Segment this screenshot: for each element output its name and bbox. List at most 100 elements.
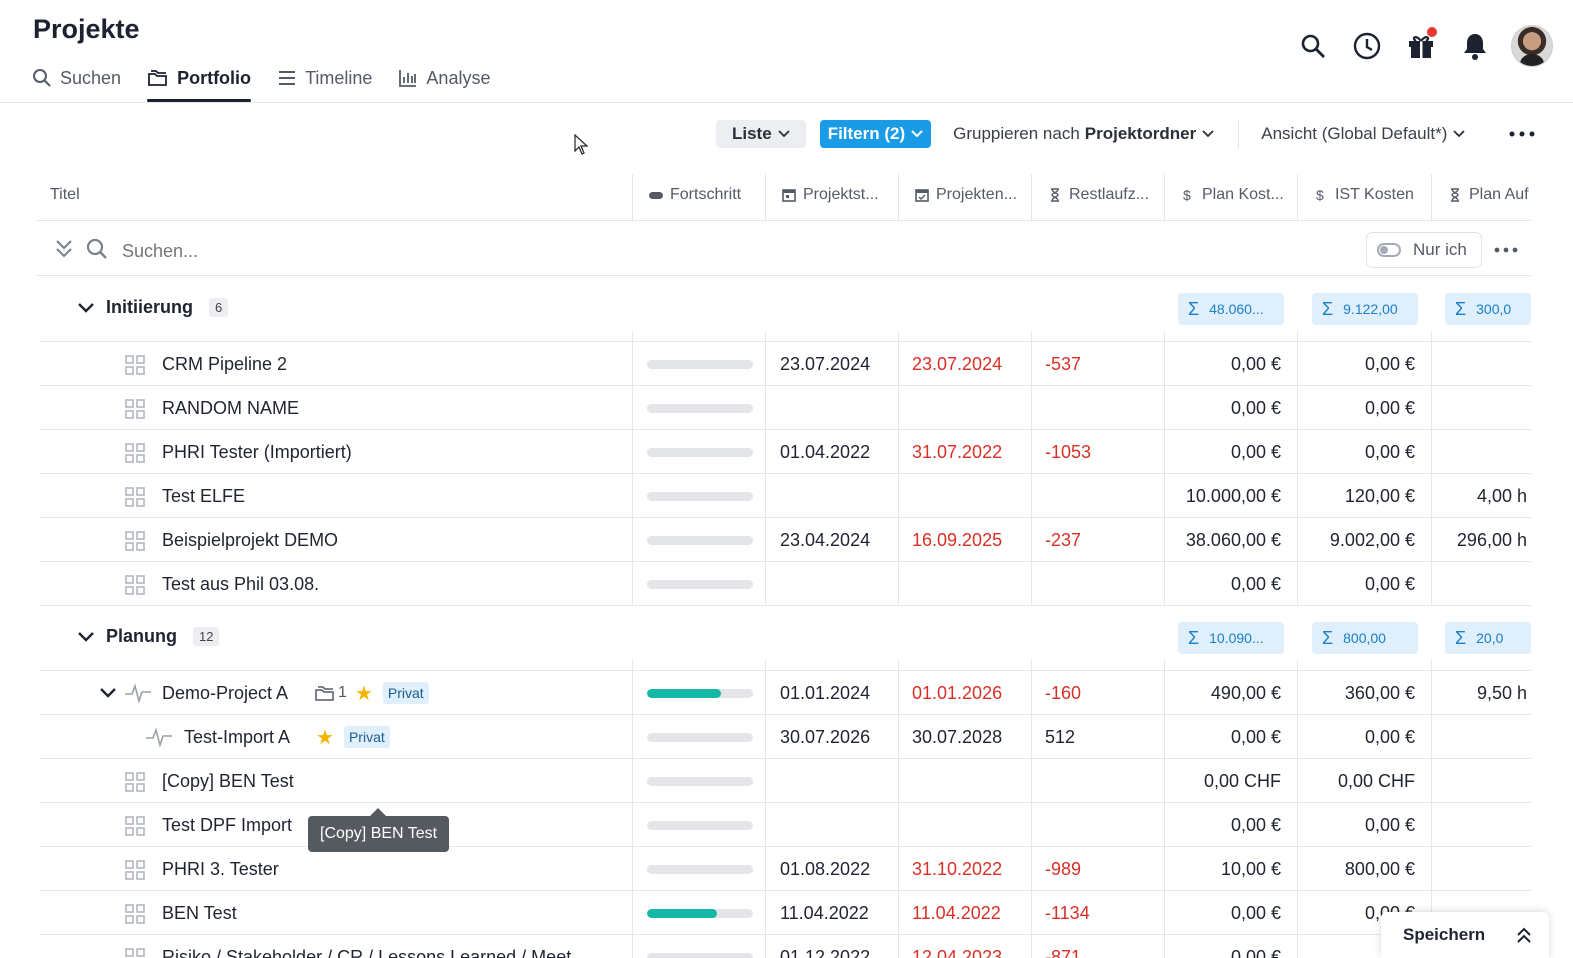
column-header-2[interactable]: Projektst... [781, 170, 879, 220]
table-row[interactable]: Test ELFE 10.000,00 € 120,00 € 4,00 h [40, 474, 1531, 518]
column-header-4[interactable]: Restlaufz... [1047, 170, 1149, 220]
drag-handle-icon[interactable] [125, 355, 145, 375]
plan-effort: 296,00 h [1456, 529, 1527, 550]
sum-pill: Σ 20,0 [1445, 622, 1531, 654]
tab-label: Analyse [426, 67, 491, 88]
progress-bar [647, 492, 753, 501]
drag-handle-icon[interactable] [125, 948, 145, 958]
project-title: PHRI Tester (Importiert) [162, 430, 352, 474]
search-button[interactable] [1291, 24, 1335, 68]
tab-timeline[interactable]: Timeline [277, 60, 372, 96]
drag-handle-icon[interactable] [125, 772, 145, 792]
notification-dot [1427, 27, 1437, 37]
project-title-text[interactable]: [Copy] BEN Test [162, 771, 294, 792]
project-title-text[interactable]: Test DPF Import [162, 815, 292, 836]
end-date: 30.07.2028 [912, 726, 1003, 747]
project-title-text[interactable]: Risiko / Stakeholder / CR / Lessons Lear… [162, 947, 571, 958]
tab-analyse[interactable]: Analyse [398, 60, 490, 96]
column-header-6[interactable]: $ IST Kosten [1313, 170, 1414, 220]
project-title: Test ELFE [162, 474, 245, 518]
sigma-icon: Σ [1322, 627, 1334, 648]
actual-costs: 0,00 € [1364, 726, 1415, 747]
table-row[interactable]: Demo-Project A 1 ★ Privat 01.01.2024 01.01.20… [40, 671, 1531, 715]
project-title-text[interactable]: Test-Import A [184, 727, 290, 748]
column-header-label: Projektst... [803, 186, 879, 203]
table-search-input[interactable] [122, 238, 522, 264]
column-header-3[interactable]: Projekten... [914, 170, 1017, 220]
filter-button[interactable]: Filtern (2) [819, 120, 932, 148]
toolbar-divider [1238, 120, 1240, 148]
table-row[interactable]: Test DPF Import 0,00 € 0,00 € [40, 803, 1531, 847]
plan-costs: 0,00 € [1230, 441, 1281, 462]
subfolder-count[interactable]: 1 [314, 684, 347, 702]
project-title-text[interactable]: PHRI Tester (Importiert) [162, 442, 352, 463]
toggle-switch[interactable] [1377, 243, 1401, 257]
project-title-text[interactable]: Beispielprojekt DEMO [162, 530, 338, 551]
sigma-icon: Σ [1188, 298, 1200, 319]
star-icon[interactable]: ★ [355, 681, 373, 706]
column-divider [1297, 174, 1298, 220]
column-header-7[interactable]: Plan Auf [1447, 170, 1529, 220]
plan-effort [1432, 386, 1527, 430]
history-button[interactable] [1345, 24, 1389, 68]
drag-handle-icon[interactable] [125, 575, 145, 595]
table-row[interactable]: RANDOM NAME 0,00 € 0,00 € [40, 386, 1531, 430]
project-title-text[interactable]: PHRI 3. Tester [162, 859, 279, 880]
project-title-text[interactable]: CRM Pipeline 2 [162, 354, 287, 375]
table-row[interactable]: PHRI Tester (Importiert) 01.04.2022 31.07.… [40, 430, 1531, 474]
table-row[interactable]: PHRI 3. Tester 01.08.2022 31.10.2022 -989 10… [40, 847, 1531, 891]
table-row[interactable]: [Copy] BEN Test 0,00 CHF 0,00 CHF [40, 759, 1531, 803]
view-dropdown[interactable]: Ansicht (Global Default*) [1261, 124, 1466, 144]
group-header-0[interactable]: Initiierung 6 [78, 297, 229, 318]
collapse-all-icon[interactable] [54, 238, 74, 260]
group-by-dropdown[interactable]: Gruppieren nach Projektordner [953, 124, 1214, 144]
star-icon[interactable]: ★ [316, 725, 334, 750]
drag-handle-icon[interactable] [125, 443, 145, 463]
sum-value: 48.060... [1209, 301, 1264, 317]
column-header-0[interactable]: Titel [50, 170, 80, 220]
table-row[interactable]: Test-Import A ★ Privat 30.07.2026 30.07.2028… [40, 715, 1531, 759]
table-row[interactable]: Risiko / Stakeholder / CR / Lessons Lear… [40, 935, 1531, 958]
table-row[interactable]: Test aus Phil 03.08. 0,00 € 0,00 € [40, 562, 1531, 606]
chevron-down-icon[interactable] [100, 688, 116, 698]
actual-costs: 800,00 € [1344, 858, 1415, 879]
tab-suchen[interactable]: Suchen [32, 60, 121, 96]
table-more-button[interactable] [1494, 240, 1518, 258]
group-by-value: Projektordner [1084, 124, 1197, 143]
project-title-text[interactable]: Demo-Project A [162, 683, 288, 704]
table-row[interactable]: CRM Pipeline 2 23.07.2024 23.07.2024 -537 0,… [40, 342, 1531, 386]
only-me-toggle[interactable]: Nur ich [1366, 232, 1482, 268]
save-button[interactable]: Speichern [1381, 912, 1549, 958]
tab-portfolio[interactable]: Portfolio [147, 60, 252, 102]
gift-button[interactable] [1399, 24, 1443, 68]
drag-handle-icon[interactable] [125, 531, 145, 551]
group-header-1[interactable]: Planung 12 [78, 626, 220, 647]
more-options-button[interactable] [1508, 120, 1536, 148]
table-row[interactable]: BEN Test11.04.202211.04.2022-11340,00 €0… [40, 891, 1531, 935]
plan-effort [1432, 803, 1527, 847]
list-view-dropdown[interactable]: Liste [716, 120, 806, 148]
drag-handle-icon[interactable] [125, 399, 145, 419]
end-date: 23.07.2024 [912, 353, 1003, 374]
project-title-text[interactable]: BEN Test [162, 903, 237, 924]
folder-icon [315, 686, 334, 701]
page-title: Projekte [33, 14, 140, 44]
drag-handle-icon[interactable] [125, 487, 145, 507]
table-row[interactable]: Beispielprojekt DEMO 23.04.2024 16.09.2025… [40, 518, 1531, 562]
plan-costs: 0,00 € [1230, 726, 1281, 747]
project-title-text[interactable]: Test aus Phil 03.08. [162, 574, 319, 595]
sum-pill: Σ 300,0 [1445, 293, 1531, 325]
progress-bar [647, 536, 753, 545]
actual-costs: 120,00 € [1344, 485, 1415, 506]
drag-handle-icon[interactable] [125, 860, 145, 880]
drag-handle-icon[interactable] [125, 816, 145, 836]
avatar[interactable] [1511, 25, 1553, 67]
drag-handle-icon[interactable] [125, 904, 145, 924]
project-title-text[interactable]: Test ELFE [162, 486, 245, 507]
column-divider [632, 174, 633, 220]
notifications-button[interactable] [1453, 24, 1497, 68]
project-title-text[interactable]: RANDOM NAME [162, 398, 299, 419]
column-header-5[interactable]: $ Plan Kost... [1180, 170, 1284, 220]
column-header-1[interactable]: Fortschritt [648, 170, 741, 220]
column-header-label: Plan Kost... [1202, 186, 1284, 203]
